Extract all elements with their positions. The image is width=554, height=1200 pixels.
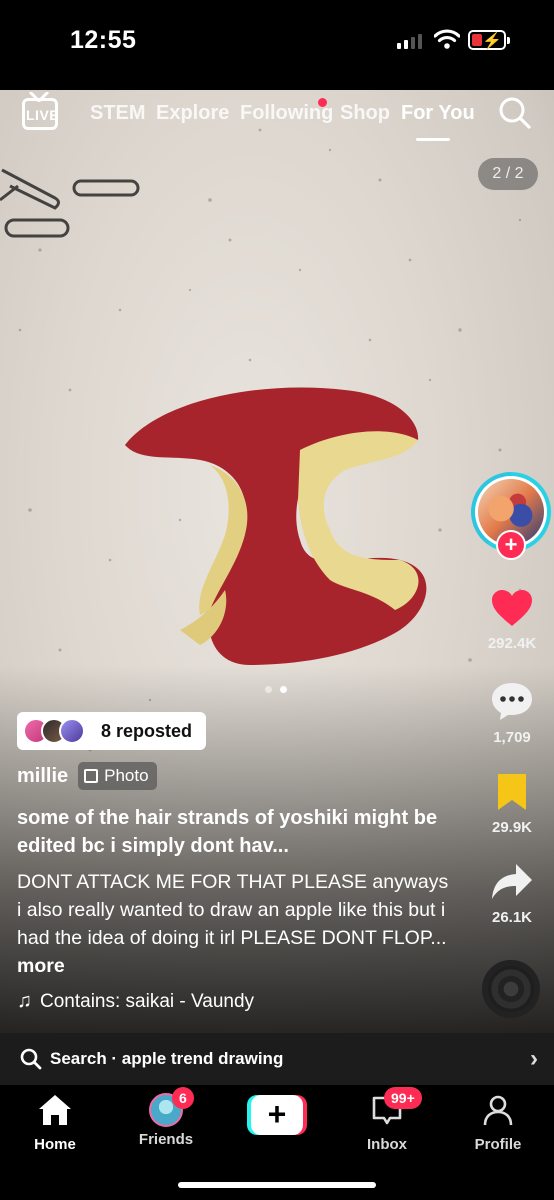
status-time: 12:55 bbox=[70, 26, 137, 54]
photo-type-badge: Photo bbox=[78, 762, 157, 790]
tab-profile-label: Profile bbox=[474, 1136, 522, 1153]
caption-text[interactable]: DONT ATTACK ME FOR THAT PLEASE anyways i… bbox=[17, 868, 457, 980]
share-button[interactable]: 26.1K bbox=[472, 862, 552, 926]
share-arrow-icon bbox=[492, 864, 532, 899]
comment-icon bbox=[492, 683, 532, 720]
profile-icon bbox=[483, 1095, 513, 1126]
like-button[interactable]: 292.4K bbox=[472, 588, 552, 652]
save-button[interactable]: 29.9K bbox=[472, 772, 552, 836]
search-icon-small bbox=[20, 1048, 42, 1070]
tab-friends-label: Friends bbox=[138, 1131, 194, 1148]
top-navigation: LIVE STEM Explore Following Shop For You bbox=[0, 92, 554, 141]
reposted-label: 8 reposted bbox=[101, 720, 193, 741]
chevron-right-icon: › bbox=[530, 1045, 538, 1072]
tab-home[interactable]: Home bbox=[0, 1093, 110, 1153]
like-count: 292.4K bbox=[487, 635, 537, 652]
music-note-icon: ♫ bbox=[17, 990, 32, 1012]
photo-icon bbox=[84, 769, 99, 783]
apple-core-illustration bbox=[125, 387, 427, 665]
heart-icon bbox=[492, 590, 532, 626]
caption-title: some of the hair strands of yoshiki migh… bbox=[17, 807, 438, 857]
sound-label: Contains: saikai - Vaundy bbox=[40, 990, 255, 1012]
author-row: millie Photo bbox=[17, 762, 157, 790]
home-indicator bbox=[178, 1182, 376, 1188]
author-username[interactable]: millie bbox=[17, 765, 68, 788]
comment-count: 1,709 bbox=[493, 729, 531, 746]
live-label: LIVE bbox=[26, 107, 60, 123]
photo-type-label: Photo bbox=[104, 766, 149, 785]
follow-button[interactable]: + bbox=[496, 530, 526, 560]
creator-avatar[interactable]: + bbox=[471, 472, 551, 560]
status-bar: 12:55 ⚡ bbox=[0, 0, 554, 90]
tab-profile[interactable]: Profile bbox=[443, 1093, 553, 1153]
following-notification-dot bbox=[318, 98, 327, 107]
reposted-chip[interactable]: 8 reposted bbox=[17, 712, 207, 750]
cellular-signal-icon bbox=[397, 33, 422, 49]
wifi-icon bbox=[434, 29, 460, 49]
tab-shop[interactable]: Shop bbox=[340, 102, 390, 125]
plus-icon: + bbox=[251, 1095, 303, 1135]
search-suggestion-text: Search · apple trend drawing bbox=[50, 1049, 284, 1068]
friends-badge: 6 bbox=[172, 1087, 194, 1109]
paper-clips bbox=[0, 168, 140, 238]
active-tab-indicator bbox=[416, 138, 450, 141]
tab-stem[interactable]: STEM bbox=[90, 102, 146, 125]
search-icon[interactable] bbox=[498, 96, 532, 130]
save-count: 29.9K bbox=[491, 819, 533, 836]
tab-for-you[interactable]: For You bbox=[401, 102, 475, 125]
comment-button[interactable]: 1,709 bbox=[472, 680, 552, 746]
tab-home-label: Home bbox=[34, 1136, 76, 1153]
create-button[interactable]: + bbox=[247, 1095, 307, 1135]
caption-more-link[interactable]: more bbox=[17, 955, 65, 977]
tab-inbox[interactable]: Inbox 99+ bbox=[332, 1087, 442, 1153]
search-suggestion-bar[interactable]: Search · apple trend drawing › bbox=[0, 1033, 554, 1085]
sound-disc-icon[interactable] bbox=[482, 960, 540, 1018]
reposter-avatars bbox=[23, 718, 85, 744]
tab-explore[interactable]: Explore bbox=[156, 102, 229, 125]
inbox-badge: 99+ bbox=[384, 1087, 422, 1109]
tab-inbox-label: Inbox bbox=[367, 1136, 407, 1153]
tab-friends[interactable]: Friends 6 bbox=[111, 1087, 221, 1148]
sound-row[interactable]: ♫ Contains: saikai - Vaundy bbox=[17, 990, 254, 1013]
battery-icon: ⚡ bbox=[468, 30, 510, 50]
photo-counter: 2 / 2 bbox=[478, 158, 538, 190]
share-count: 26.1K bbox=[491, 909, 533, 926]
carousel-dots bbox=[265, 686, 287, 693]
home-icon bbox=[39, 1095, 71, 1125]
bookmark-icon bbox=[498, 774, 526, 810]
live-button[interactable]: LIVE bbox=[22, 98, 60, 130]
caption-body: DONT ATTACK ME FOR THAT PLEASE anyways i… bbox=[17, 871, 449, 949]
